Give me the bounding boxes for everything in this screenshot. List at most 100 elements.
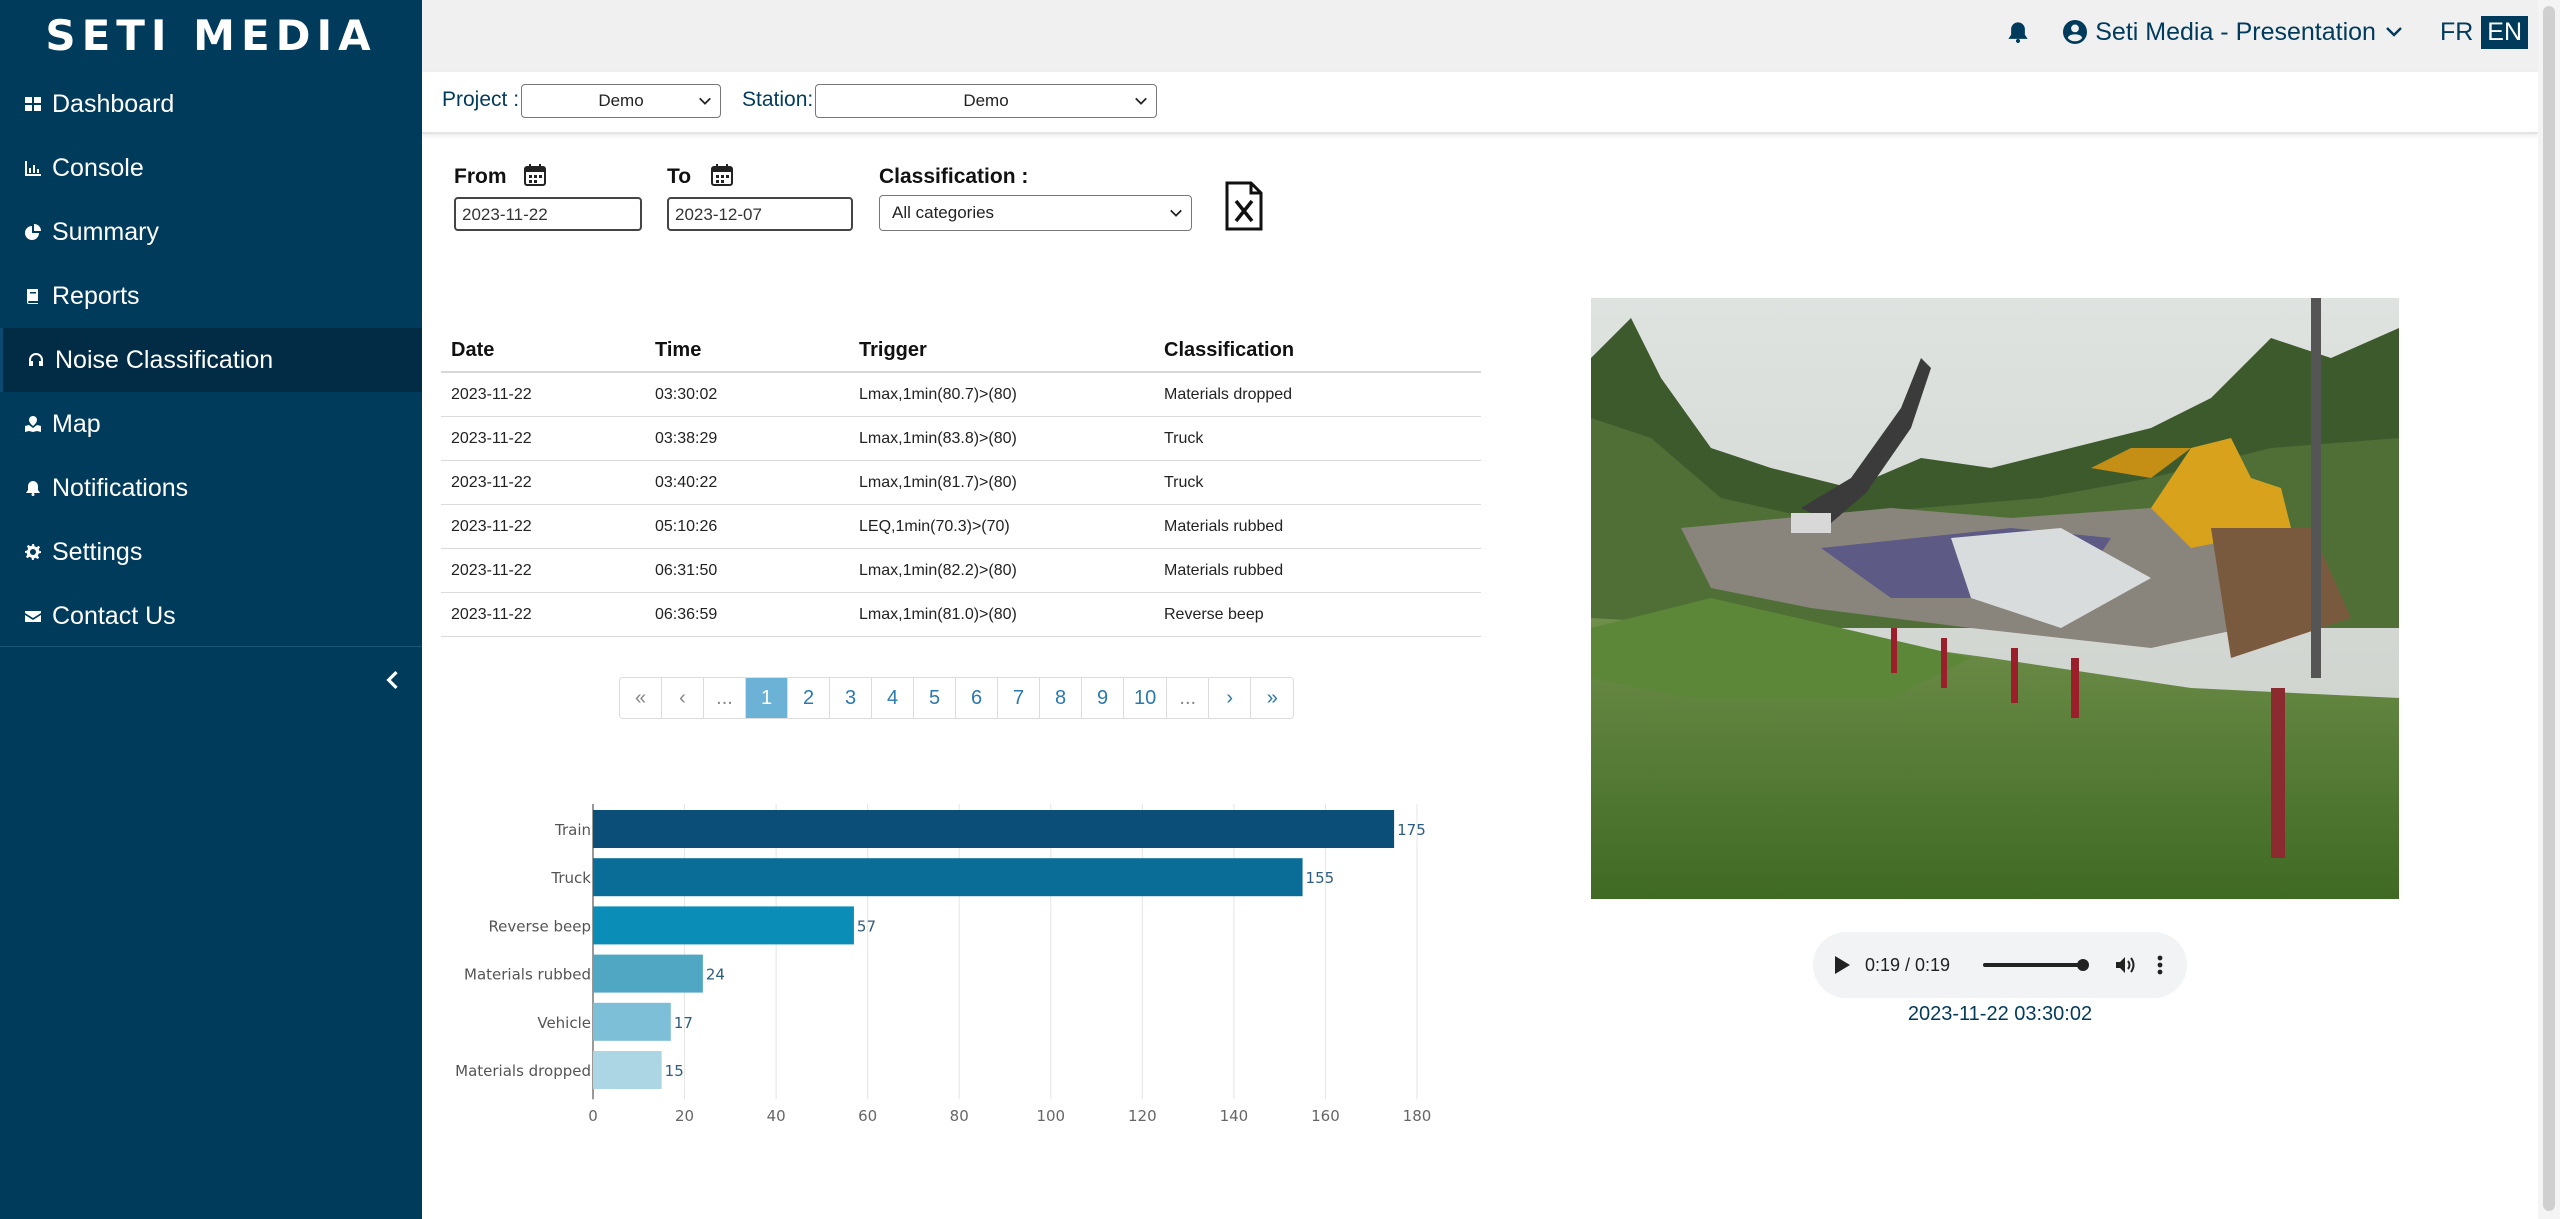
lang-en-button[interactable]: EN [2481,15,2528,49]
gear-icon [24,543,42,561]
headphones-icon [27,351,45,369]
sidebar-item-contact-us[interactable]: Contact Us [0,584,422,648]
from-label: From [454,165,507,188]
sidebar-collapse-button[interactable] [380,668,404,692]
sidebar-item-summary[interactable]: Summary [0,200,422,264]
project-label: Project : [442,88,520,111]
chart-x-tick-label: 140 [1220,1107,1249,1125]
cell-trigger: Lmax,1min(81.0)>(80) [859,605,1017,623]
sidebar-item-settings[interactable]: Settings [0,520,422,584]
page-5[interactable]: 5 [914,678,956,718]
column-header-trigger[interactable]: Trigger [849,330,1154,371]
sidebar-item-reports[interactable]: Reports [0,264,422,328]
chart-data-label: 155 [1306,869,1335,887]
table-row[interactable]: 2023-11-22 05:10:26 LEQ,1min(70.3)>(70) … [441,505,1481,549]
station-select[interactable]: Demo [815,84,1157,118]
page-scrollbar[interactable] [2538,0,2560,1219]
project-filter-bar: Project : Demo Station: Demo [422,72,2538,134]
events-table: Date Time Trigger Classification 2023-11… [441,330,1481,637]
map-icon [24,415,42,433]
page-8[interactable]: 8 [1040,678,1082,718]
chart-data-label: 175 [1397,821,1426,839]
cell-classification: Truck [1164,473,1204,491]
cell-classification: Materials rubbed [1164,561,1284,579]
table-row[interactable]: 2023-11-22 06:31:50 Lmax,1min(82.2)>(80)… [441,549,1481,593]
audio-time: 0:19 / 0:19 [1865,954,1951,975]
sidebar-item-noise-classification[interactable]: Noise Classification [0,328,422,392]
project-select[interactable]: Demo [521,84,721,118]
column-header-time[interactable]: Time [645,330,849,371]
table-row[interactable]: 2023-11-22 03:38:29 Lmax,1min(83.8)>(80)… [441,417,1481,461]
sidebar-item-map[interactable]: Map [0,392,422,456]
station-select-value: Demo [963,91,1009,110]
sidebar-item-console[interactable]: Console [0,136,422,200]
chart-x-tick-label: 160 [1311,1107,1340,1125]
chart-bar [593,906,854,945]
chart-x-tick-label: 60 [858,1107,877,1125]
column-header-date[interactable]: Date [441,330,645,371]
page-10[interactable]: 10 [1124,678,1168,718]
sidebar-item-label: Notifications [52,473,189,502]
page-prev[interactable]: ‹ [662,678,704,718]
pagination: « ‹ ... 1 2 3 4 5 6 7 8 9 10 ... › » [619,677,1295,719]
page-2[interactable]: 2 [788,678,830,718]
chart-x-tick-label: 180 [1403,1107,1432,1125]
media-timestamp: 2023-11-22 03:30:02 [1907,1003,2093,1025]
construction-site-photo [1591,298,2399,899]
chart-data-label: 24 [706,966,725,984]
page-last[interactable]: » [1251,678,1294,718]
cell-trigger: LEQ,1min(70.3)>(70) [859,517,1010,535]
audio-progress-knob[interactable] [2077,959,2089,971]
table-row[interactable]: 2023-11-22 06:36:59 Lmax,1min(81.0)>(80)… [441,593,1481,637]
dashboard-icon [24,95,42,113]
cell-date: 2023-11-22 [451,605,532,623]
audio-progress-slider[interactable] [1983,959,2089,971]
classification-select[interactable]: All categories [879,195,1192,231]
from-date-input[interactable]: 2023-11-22 [454,197,642,231]
play-icon[interactable] [1833,955,1851,975]
table-row[interactable]: 2023-11-22 03:40:22 Lmax,1min(81.7)>(80)… [441,461,1481,505]
sidebar-item-dashboard[interactable]: Dashboard [0,72,422,136]
lang-fr-button[interactable]: FR [2434,16,2479,49]
page-next[interactable]: › [1209,678,1252,718]
chart-category-label: Train [554,821,591,839]
page-1[interactable]: 1 [746,678,788,718]
table-row[interactable]: 2023-11-22 03:30:02 Lmax,1min(80.7)>(80)… [441,373,1481,417]
cell-date: 2023-11-22 [451,385,532,403]
volume-icon[interactable] [2115,955,2137,975]
calendar-icon[interactable] [710,163,734,187]
notifications-bell-icon[interactable] [2007,19,2033,45]
scrollbar-thumb[interactable] [2543,6,2555,1211]
chart-x-tick-label: 80 [950,1107,969,1125]
classification-bar-chart: 0 20 40 60 80 100 120 140 160 180 Train 175 Truck 155… [441,790,1451,1130]
page-4[interactable]: 4 [872,678,914,718]
calendar-icon[interactable] [523,163,547,187]
user-menu[interactable]: Seti Media - Presentation [2063,18,2402,47]
chart-category-label: Materials rubbed [464,966,591,984]
station-label: Station: [742,88,814,111]
page-7[interactable]: 7 [998,678,1040,718]
cell-trigger: Lmax,1min(81.7)>(80) [859,473,1017,491]
chevron-down-icon [698,94,712,108]
user-name: Seti Media - Presentation [2095,17,2376,46]
column-header-classification[interactable]: Classification [1154,330,1481,371]
sidebar-item-label: Contact Us [52,601,176,630]
cell-time: 06:36:59 [655,605,718,623]
cell-classification: Truck [1164,429,1204,447]
cell-trigger: Lmax,1min(83.8)>(80) [859,429,1017,447]
page-3[interactable]: 3 [830,678,872,718]
chart-x-tick-label: 100 [1036,1107,1065,1125]
chart-category-label: Reverse beep [488,917,591,935]
cell-date: 2023-11-22 [451,517,532,535]
export-excel-icon[interactable] [1224,181,1264,231]
page-9[interactable]: 9 [1082,678,1124,718]
page-6[interactable]: 6 [956,678,998,718]
audio-player: 0:19 / 0:19 [1813,932,2187,998]
sidebar-item-notifications[interactable]: Notifications [0,456,422,520]
more-options-icon[interactable] [2157,955,2163,975]
sidebar-item-label: Summary [52,217,159,246]
sidebar-nav: Dashboard Console Summary Reports Noise … [0,72,422,648]
page-first[interactable]: « [620,678,662,718]
to-date-input[interactable]: 2023-12-07 [667,197,853,231]
cell-time: 05:10:26 [655,517,718,535]
